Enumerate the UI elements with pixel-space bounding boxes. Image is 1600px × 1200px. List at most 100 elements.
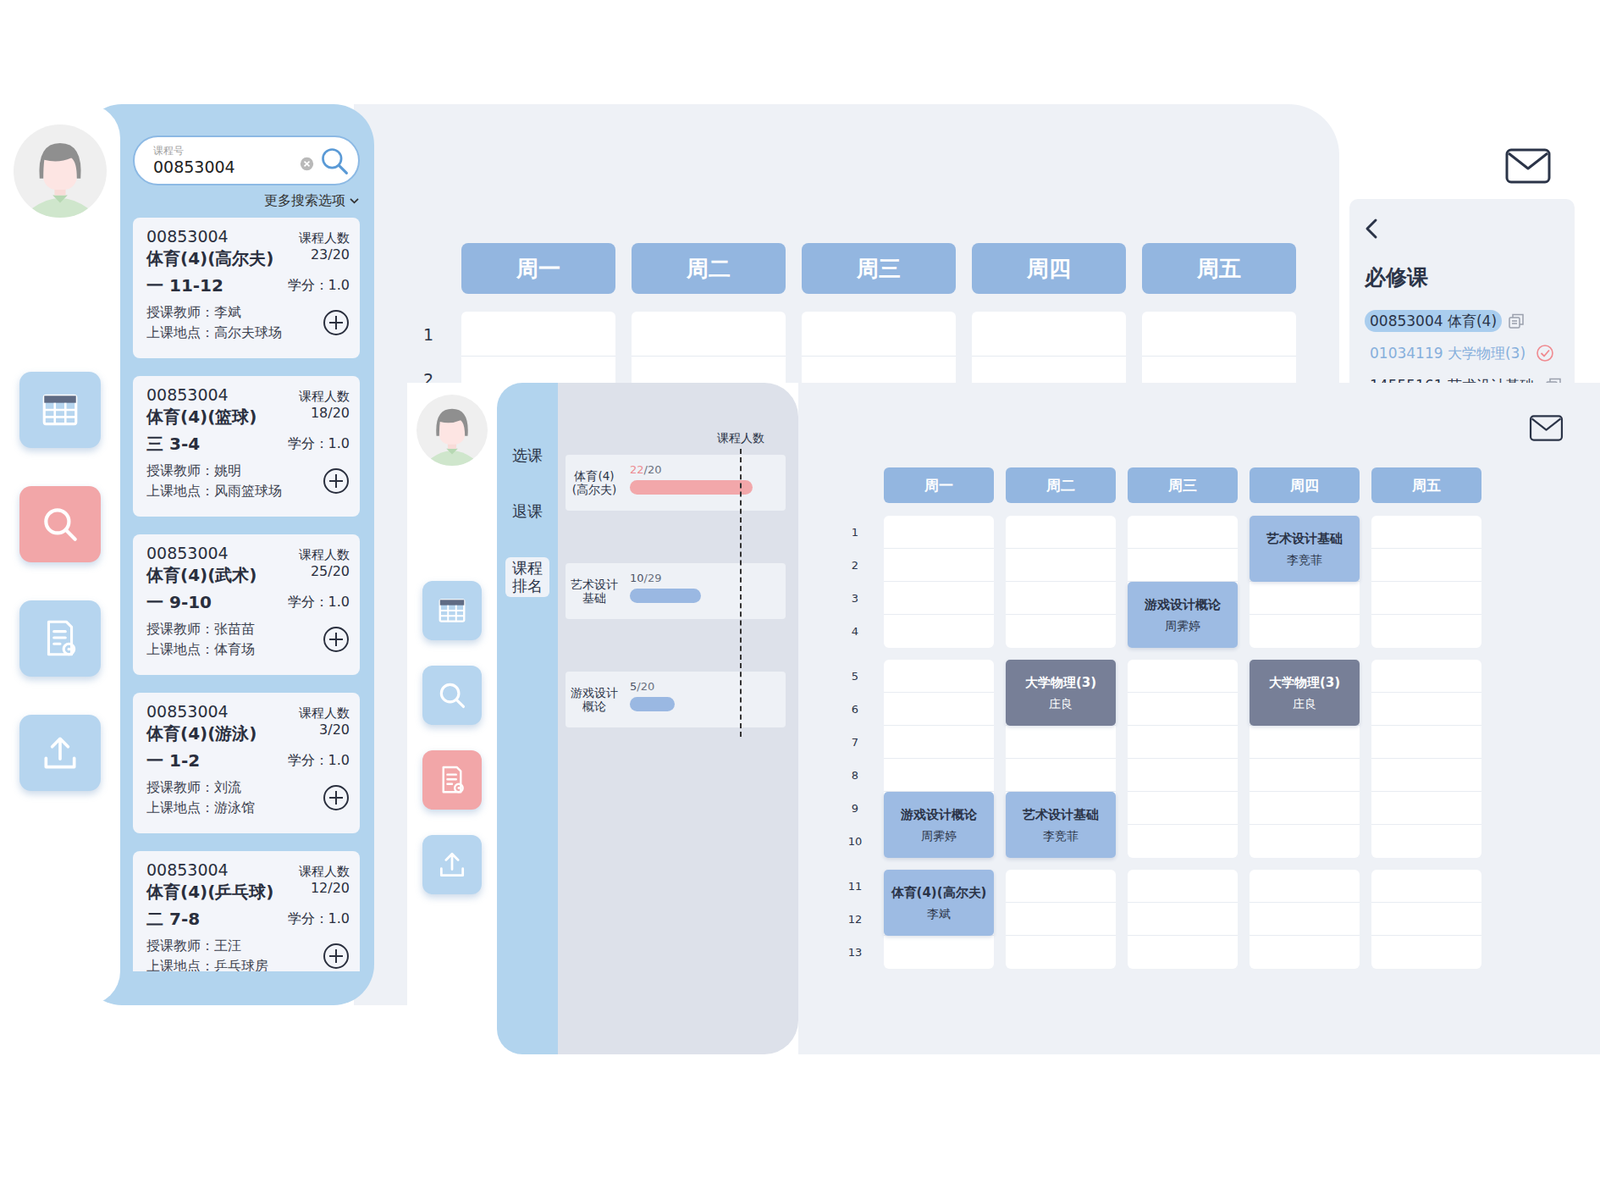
more-search-options[interactable]: 更多搜索选项 — [264, 192, 360, 210]
timetable-cell[interactable] — [1005, 869, 1116, 903]
avatar-icon[interactable] — [416, 394, 488, 466]
timetable-cell[interactable] — [883, 515, 994, 549]
search-field-value[interactable]: 00853004 — [153, 156, 295, 177]
timetable-cell[interactable] — [1371, 935, 1482, 969]
timetable-cell[interactable] — [1371, 614, 1482, 648]
required-course-item[interactable]: 00853004 体育(4) — [1364, 306, 1565, 336]
ranking-card[interactable]: 体育(4)(高尔夫) 22/20 — [565, 454, 786, 511]
timetable-cell[interactable] — [883, 758, 994, 792]
timetable-cell[interactable] — [1127, 725, 1238, 759]
timetable-cell[interactable] — [1249, 581, 1360, 615]
nav-button-calendar[interactable] — [19, 371, 101, 448]
course-card[interactable]: 00853004 体育(4)(篮球) 课程人数 18/20 三 3-4 学分：1… — [132, 375, 360, 517]
add-course-icon[interactable] — [322, 625, 350, 653]
timetable-cell[interactable] — [1371, 824, 1482, 858]
add-course-icon[interactable] — [322, 308, 350, 337]
timetable-cell[interactable] — [1127, 515, 1238, 549]
timetable-cell[interactable] — [1371, 692, 1482, 726]
timetable-cell[interactable] — [883, 935, 994, 969]
timetable-cell[interactable] — [1005, 935, 1116, 969]
nav-button-upload[interactable] — [422, 834, 482, 894]
timetable-cell[interactable] — [1249, 902, 1360, 936]
timetable-cell[interactable] — [883, 659, 994, 693]
timetable-cell[interactable] — [1127, 791, 1238, 825]
search-icon[interactable] — [319, 145, 350, 177]
timetable-cell[interactable] — [1005, 758, 1116, 792]
more-search-options-label[interactable]: 更多搜索选项 — [264, 192, 346, 210]
sub-menu-item[interactable]: 退课 — [512, 501, 543, 522]
ranking-card[interactable]: 游戏设计概论 5/20 — [565, 671, 786, 728]
course-block[interactable]: 大学物理(3) 庄良 — [1249, 659, 1360, 726]
course-block[interactable]: 大学物理(3) 庄良 — [1005, 659, 1116, 726]
timetable-cell[interactable] — [883, 581, 994, 615]
timetable-cell[interactable] — [1249, 791, 1360, 825]
timetable-cell[interactable] — [1005, 725, 1116, 759]
timetable-cell[interactable] — [883, 725, 994, 759]
timetable-cell[interactable] — [1249, 824, 1360, 858]
timetable-cell[interactable] — [1127, 902, 1238, 936]
timetable-cell[interactable] — [1127, 659, 1238, 693]
timetable-cell[interactable] — [1005, 614, 1116, 648]
timetable-cell[interactable] — [1371, 659, 1482, 693]
timetable-cell[interactable] — [1249, 935, 1360, 969]
timetable-cell[interactable] — [1249, 614, 1360, 648]
timetable-cell[interactable] — [1371, 869, 1482, 903]
nav-button-upload[interactable] — [19, 714, 101, 791]
clear-icon[interactable] — [299, 156, 315, 172]
add-course-icon[interactable] — [322, 467, 350, 495]
timetable-cell[interactable] — [1127, 869, 1238, 903]
sub-menu-item[interactable]: 课程排名 — [505, 557, 551, 597]
timetable-cell[interactable] — [1005, 902, 1116, 936]
nav-button-search[interactable] — [422, 665, 482, 725]
course-card[interactable]: 00853004 体育(4)(高尔夫) 课程人数 23/20 一 11-12 学… — [132, 217, 360, 359]
add-course-icon[interactable] — [322, 783, 350, 812]
back-arrow-icon[interactable] — [1364, 217, 1379, 240]
nav-button-calendar[interactable] — [422, 580, 482, 640]
timetable-cell[interactable] — [1371, 581, 1482, 615]
timetable-cell[interactable] — [1142, 311, 1297, 357]
timetable-cell[interactable] — [1371, 902, 1482, 936]
timetable-cell[interactable] — [883, 692, 994, 726]
timetable-cell[interactable] — [1249, 758, 1360, 792]
nav-button-search[interactable] — [19, 485, 101, 563]
course-card[interactable]: 00853004 体育(4)(游泳) 课程人数 3/20 一 1-2 学分：1.… — [132, 692, 360, 834]
add-course-icon[interactable] — [322, 942, 350, 970]
timetable-cell[interactable] — [1371, 725, 1482, 759]
timetable-cell[interactable] — [1371, 548, 1482, 582]
timetable-cell[interactable] — [1371, 758, 1482, 792]
ranking-card[interactable]: 艺术设计基础 10/29 — [565, 562, 786, 619]
course-card[interactable]: 00853004 体育(4)(乒乓球) 课程人数 12/20 二 7-8 学分：… — [132, 850, 360, 972]
timetable-cell[interactable] — [631, 311, 786, 357]
timetable-cell[interactable] — [1371, 791, 1482, 825]
course-card[interactable]: 00853004 体育(4)(武术) 课程人数 25/20 一 9-10 学分：… — [132, 534, 360, 675]
timetable-cell[interactable] — [1127, 692, 1238, 726]
required-course-text[interactable]: 00853004 体育(4) — [1364, 309, 1502, 332]
timetable-cell[interactable] — [1127, 548, 1238, 582]
required-course-text[interactable]: 01034119 大学物理(3) — [1364, 342, 1531, 365]
course-block[interactable]: 游戏设计概论 周霁婷 — [1127, 581, 1238, 648]
timetable-cell[interactable] — [1127, 758, 1238, 792]
course-block[interactable]: 游戏设计概论 周霁婷 — [883, 791, 994, 858]
avatar-icon[interactable] — [13, 124, 107, 218]
search-field[interactable]: 课程号 00853004 — [132, 135, 360, 186]
timetable-cell[interactable] — [1005, 515, 1116, 549]
timetable-cell[interactable] — [883, 548, 994, 582]
timetable-cell[interactable] — [1127, 935, 1238, 969]
timetable-cell[interactable] — [461, 311, 616, 357]
nav-button-document-settings[interactable] — [422, 750, 482, 810]
mail-icon[interactable] — [1505, 148, 1551, 184]
timetable-cell[interactable] — [1249, 869, 1360, 903]
course-block[interactable]: 艺术设计基础 李竞菲 — [1005, 791, 1116, 858]
course-block[interactable]: 体育(4)(高尔夫) 李斌 — [883, 869, 994, 936]
timetable-cell[interactable] — [1127, 824, 1238, 858]
timetable-cell[interactable] — [1371, 515, 1482, 549]
sub-menu-item[interactable]: 选课 — [512, 445, 543, 466]
mail-icon[interactable] — [1528, 414, 1565, 442]
nav-button-document-settings[interactable] — [19, 600, 101, 677]
course-block[interactable]: 艺术设计基础 李竞菲 — [1249, 515, 1360, 582]
timetable-cell[interactable] — [1249, 725, 1360, 759]
timetable-cell[interactable] — [883, 614, 994, 648]
required-course-item[interactable]: 01034119 大学物理(3) — [1364, 338, 1565, 368]
timetable-cell[interactable] — [801, 311, 956, 357]
timetable-cell[interactable] — [1005, 581, 1116, 615]
